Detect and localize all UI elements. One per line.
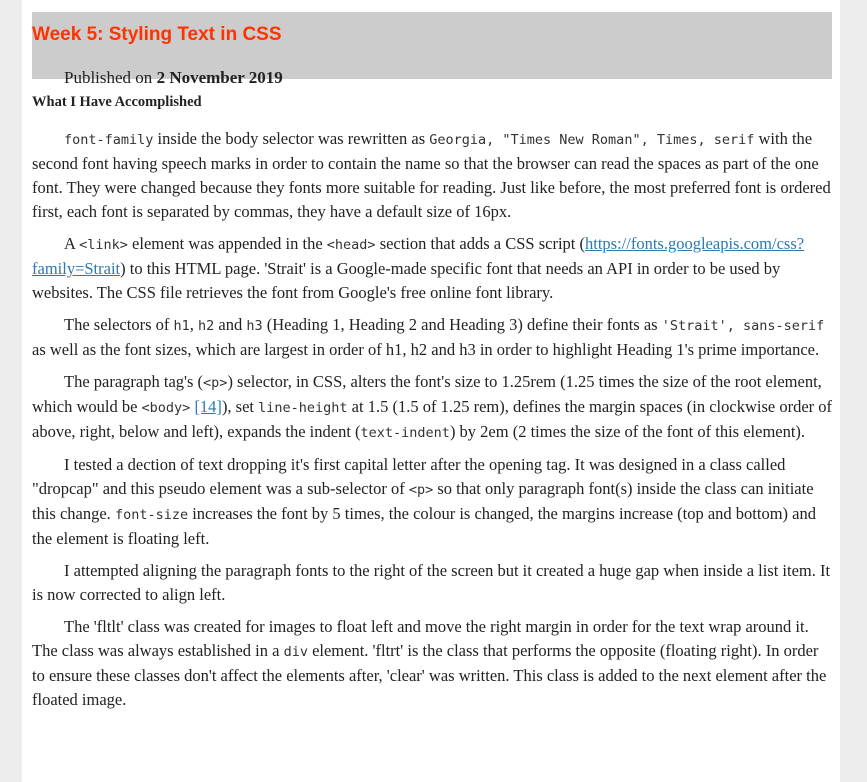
paragraph-alignment: I attempted aligning the paragraph fonts… <box>32 559 832 607</box>
inline-code: font-family <box>64 132 154 148</box>
paragraph-text: element was appended in the <box>127 234 327 253</box>
inline-code: <p> <box>203 375 228 391</box>
inline-code: <p> <box>408 482 434 498</box>
inline-code: 'Strait', sans-serif <box>661 318 825 334</box>
paragraph-text: (Heading 1, Heading 2 and Heading 3) def… <box>262 315 662 334</box>
paragraph-text: and <box>214 315 247 334</box>
paragraph-link-element: A <link> element was appended in the <he… <box>32 232 832 305</box>
paragraph-text: I attempted aligning the paragraph fonts… <box>32 561 831 604</box>
paragraph-text: section that adds a CSS script ( <box>375 234 585 253</box>
paragraph-text: as well as the font sizes, which are lar… <box>32 340 820 359</box>
paragraph-text: A <box>64 234 80 253</box>
inline-code: text-indent <box>360 425 450 441</box>
published-prefix: Published on <box>64 68 157 87</box>
paragraph-dropcap: I tested a dection of text dropping it's… <box>32 453 832 551</box>
inline-code: <link> <box>79 237 128 253</box>
page: Week 5: Styling Text in CSS Published on… <box>22 0 840 782</box>
paragraph-text: ), set <box>221 397 259 416</box>
inline-code: <head> <box>326 237 376 253</box>
inline-code: line-height <box>258 400 348 416</box>
reference-link[interactable]: [14] <box>194 397 222 416</box>
published-date: 2 November 2019 <box>156 68 283 87</box>
paragraph-float-classes: The 'fltlt' class was created for images… <box>32 615 832 712</box>
section-heading: What I Have Accomplished <box>32 94 202 110</box>
paragraph-text: The selectors of <box>64 315 174 334</box>
paragraph-p-selector: The paragraph tag's (<p>) selector, in C… <box>32 370 832 445</box>
article-content: font-family inside the body selector was… <box>32 127 832 720</box>
inline-code: font-size <box>114 507 189 523</box>
paragraph-text: The paragraph tag's ( <box>64 372 204 391</box>
paragraph-font-family: font-family inside the body selector was… <box>32 127 832 224</box>
published-line: Published on 2 November 2019 <box>64 68 283 88</box>
inline-code: h2 <box>198 318 215 334</box>
paragraph-text: ) by 2em (2 times the size of the font o… <box>449 422 806 441</box>
paragraph-text: ) to this HTML page. 'Strait' is a Googl… <box>32 259 781 302</box>
paragraph-text: inside the body selector was rewritten a… <box>153 129 430 148</box>
inline-code: h1 <box>173 318 190 334</box>
inline-code: div <box>283 644 308 660</box>
page-header: Week 5: Styling Text in CSS Published on… <box>32 12 832 87</box>
page-title: Week 5: Styling Text in CSS <box>32 24 282 45</box>
paragraph-text: , <box>189 315 199 334</box>
inline-code: h3 <box>246 318 263 334</box>
paragraph-heading-selectors: The selectors of h1, h2 and h3 (Heading … <box>32 313 832 362</box>
inline-code: <body> <box>141 400 191 416</box>
inline-code: Georgia, "Times New Roman", Times, serif <box>429 132 755 148</box>
